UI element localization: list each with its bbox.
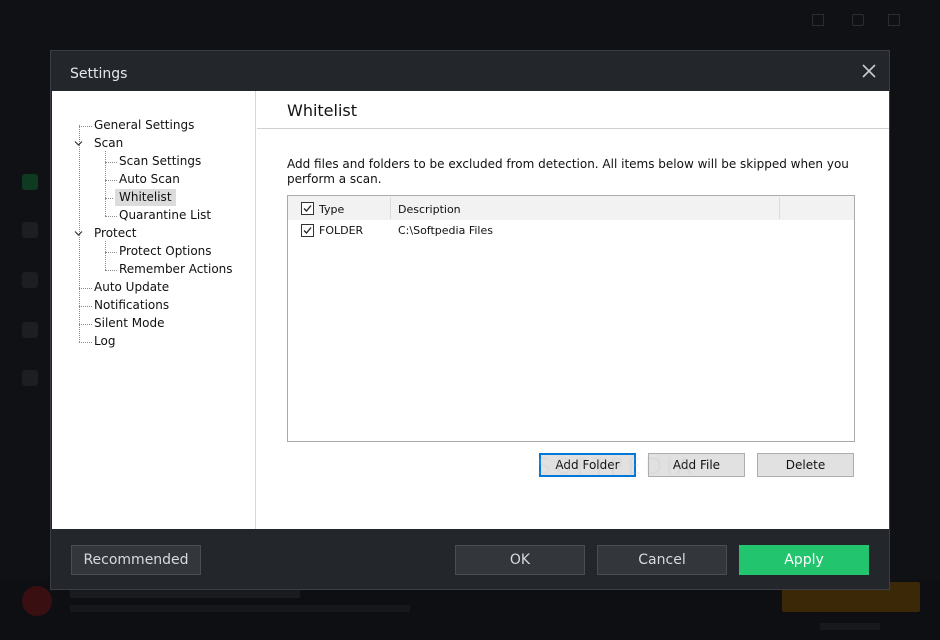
table-row[interactable]: FOLDER C:\Softpedia Files bbox=[288, 220, 854, 240]
background-text-line bbox=[70, 605, 410, 612]
tree-item-notifications[interactable]: Notifications bbox=[90, 297, 173, 314]
column-separator[interactable] bbox=[779, 197, 780, 219]
softpedia-watermark: SOFTPEDIA bbox=[537, 455, 696, 480]
background-minimize-icon bbox=[812, 14, 824, 26]
dialog-title: Settings bbox=[70, 66, 128, 82]
ok-button[interactable]: OK bbox=[455, 545, 585, 575]
column-header-type[interactable]: Type bbox=[319, 203, 344, 216]
column-separator[interactable] bbox=[390, 197, 391, 219]
close-icon[interactable] bbox=[859, 61, 879, 81]
tree-item-protect[interactable]: Protect bbox=[90, 225, 140, 242]
protect-expand-chevron-icon[interactable] bbox=[74, 229, 83, 238]
tree-item-auto-update[interactable]: Auto Update bbox=[90, 279, 173, 296]
dialog-body: General Settings Scan Scan Settings Auto… bbox=[52, 91, 889, 529]
tree-item-auto-scan[interactable]: Auto Scan bbox=[115, 171, 184, 188]
background-close-icon bbox=[888, 14, 900, 26]
panel-description: Add files and folders to be excluded fro… bbox=[287, 157, 849, 186]
select-all-checkbox[interactable] bbox=[301, 202, 314, 215]
tree-connector bbox=[105, 241, 106, 270]
row-type: FOLDER bbox=[319, 224, 364, 237]
tree-item-general-settings[interactable]: General Settings bbox=[90, 117, 198, 134]
tree-item-quarantine-list[interactable]: Quarantine List bbox=[115, 207, 215, 224]
background-nav-icon bbox=[22, 174, 38, 190]
apply-button[interactable]: Apply bbox=[739, 545, 869, 575]
whitelist-panel: Whitelist Add files and folders to be ex… bbox=[257, 91, 889, 529]
background-nav-icon bbox=[22, 322, 38, 338]
background-nav-icon bbox=[22, 272, 38, 288]
background-nav-icon bbox=[22, 370, 38, 386]
scan-expand-chevron-icon[interactable] bbox=[74, 139, 83, 148]
panel-title: Whitelist bbox=[287, 101, 358, 120]
settings-tree: General Settings Scan Scan Settings Auto… bbox=[52, 91, 256, 529]
row-description: C:\Softpedia Files bbox=[398, 224, 493, 237]
column-header-description[interactable]: Description bbox=[398, 203, 461, 216]
tree-item-remember-actions[interactable]: Remember Actions bbox=[115, 261, 237, 278]
table-header: Type Description bbox=[288, 196, 854, 220]
cancel-button[interactable]: Cancel bbox=[597, 545, 727, 575]
background-text-line bbox=[70, 590, 300, 598]
tree-item-scan-settings[interactable]: Scan Settings bbox=[115, 153, 205, 170]
settings-dialog: Settings General Settings Scan Scan Sett… bbox=[50, 50, 890, 590]
tree-item-log[interactable]: Log bbox=[90, 333, 119, 350]
tree-connector bbox=[105, 198, 113, 199]
row-checkbox[interactable] bbox=[301, 224, 314, 237]
whitelist-table: Type Description FOLDER C:\Softpedia Fil… bbox=[287, 195, 855, 442]
tree-item-whitelist[interactable]: Whitelist bbox=[115, 189, 176, 206]
background-text-line bbox=[820, 623, 880, 630]
background-nav-icon bbox=[22, 222, 38, 238]
tree-item-scan[interactable]: Scan bbox=[90, 135, 127, 152]
tree-connector bbox=[105, 151, 106, 216]
panel-divider bbox=[257, 128, 889, 129]
background-badge-icon bbox=[22, 586, 52, 616]
recommended-button[interactable]: Recommended bbox=[71, 545, 201, 575]
background-settings-icon bbox=[852, 14, 864, 26]
tree-item-protect-options[interactable]: Protect Options bbox=[115, 243, 216, 260]
delete-button[interactable]: Delete bbox=[757, 453, 854, 477]
tree-item-silent-mode[interactable]: Silent Mode bbox=[90, 315, 169, 332]
